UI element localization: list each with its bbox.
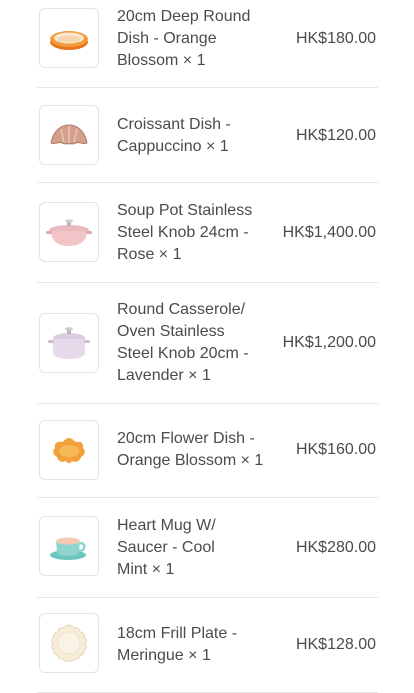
list-item: Round Casserole/ Oven Stainless Steel Kn… <box>37 283 378 404</box>
croissant-dish-icon <box>50 124 88 145</box>
product-name: Soup Pot Stainless Steel Knob 24cm - Ros… <box>117 202 253 263</box>
product-name: 20cm Deep Round Dish - Orange Blossom × … <box>117 8 251 69</box>
product-thumbnail[interactable] <box>39 8 99 68</box>
product-price: HK$120.00 <box>295 127 376 144</box>
round-casserole-icon <box>48 327 90 359</box>
product-price: HK$180.00 <box>295 30 376 47</box>
frill-plate-icon <box>51 624 87 662</box>
product-thumbnail[interactable] <box>39 202 99 262</box>
product-thumbnail[interactable] <box>39 420 99 480</box>
list-item: Soup Pot Stainless Steel Knob 24cm - Ros… <box>37 183 378 283</box>
product-thumbnail[interactable] <box>39 613 99 673</box>
list-item: Croissant Dish - Cappuccino × 1 HK$120.0… <box>37 88 378 183</box>
deep-round-dish-icon <box>50 31 88 50</box>
product-name: 20cm Flower Dish - Orange Blossom × 1 <box>117 430 264 469</box>
list-item: Heart Mug W/ Saucer - Cool Mint × 1 HK$2… <box>37 498 378 598</box>
product-name: Croissant Dish - Cappuccino × 1 <box>117 116 231 155</box>
product-thumbnail[interactable] <box>39 516 99 576</box>
product-price: HK$128.00 <box>295 636 376 653</box>
product-thumbnail[interactable] <box>39 313 99 373</box>
product-name: Heart Mug W/ Saucer - Cool Mint × 1 <box>117 517 216 578</box>
heart-mug-icon <box>50 537 86 560</box>
product-price: HK$160.00 <box>295 441 376 458</box>
product-price: HK$280.00 <box>295 539 376 556</box>
list-item: 20cm Flower Dish - Orange Blossom × 1 HK… <box>37 404 378 498</box>
product-price: HK$1,200.00 <box>282 334 376 351</box>
flower-dish-icon <box>53 438 85 464</box>
product-name: Round Casserole/ Oven Stainless Steel Kn… <box>117 301 249 384</box>
product-price: HK$1,400.00 <box>282 224 376 241</box>
list-item: 20cm Deep Round Dish - Orange Blossom × … <box>37 0 378 88</box>
list-item: 18cm Frill Plate - Meringue × 1 HK$128.0… <box>37 598 378 693</box>
product-thumbnail[interactable] <box>39 105 99 165</box>
product-name: 18cm Frill Plate - Meringue × 1 <box>117 625 238 664</box>
soup-pot-icon <box>46 219 92 246</box>
